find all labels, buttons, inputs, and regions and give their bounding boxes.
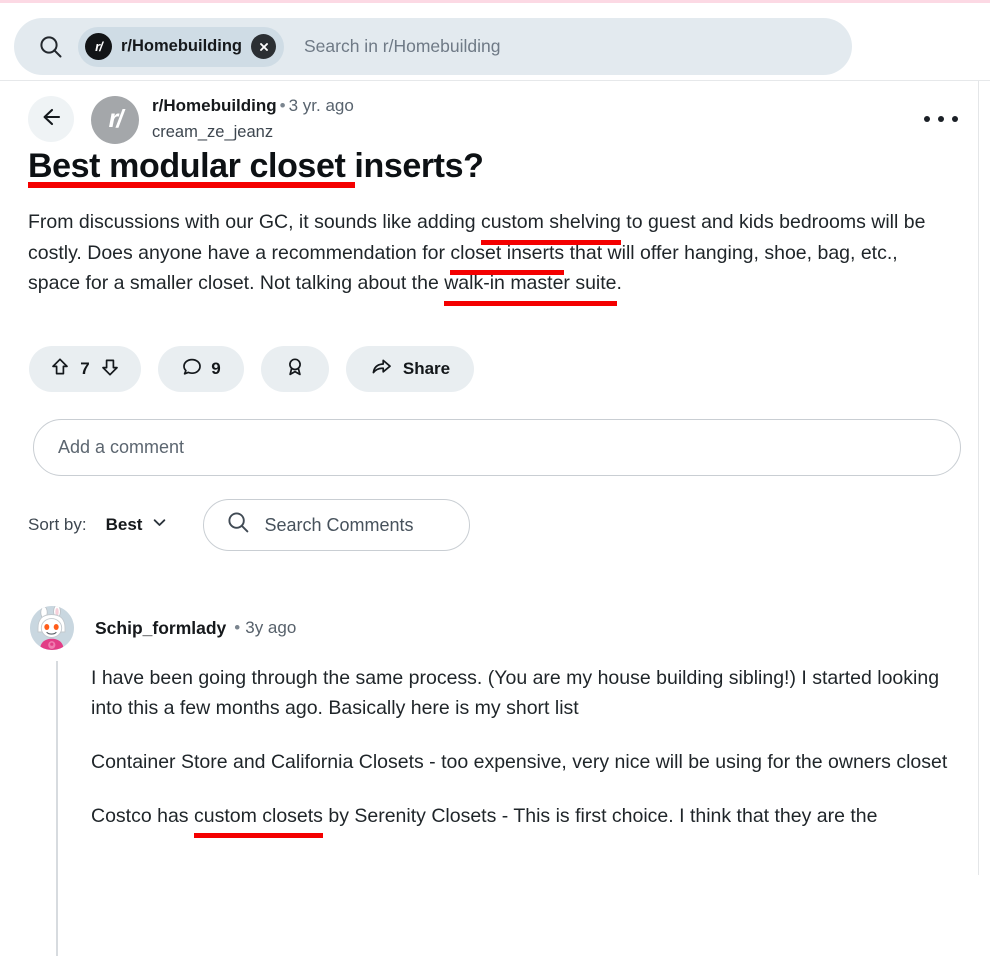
thread-collapse-line[interactable] <box>56 661 58 956</box>
award-button[interactable] <box>261 346 329 392</box>
annotation-highlight-custom-shelving: custom shelving <box>481 207 621 244</box>
sort-by-label: Sort by: <box>28 515 87 534</box>
comment-text: Costco has <box>91 805 194 827</box>
comment-paragraph: Costco has custom closets by Serenity Cl… <box>91 801 959 838</box>
search-subreddit-chip-label: r/Homebuilding <box>121 37 242 55</box>
subreddit-avatar[interactable]: r/ <box>91 96 139 144</box>
comment-body: I have been going through the same proce… <box>91 663 959 838</box>
comment-text: by Serenity Closets - This is first choi… <box>322 805 878 827</box>
award-ribbon-icon <box>284 356 306 383</box>
post-meta-line-primary: r/Homebuilding • 3 yr. ago <box>152 93 354 119</box>
back-arrow-icon <box>39 105 63 134</box>
comment-paragraph: Container Store and California Closets -… <box>91 751 948 773</box>
share-label: Share <box>402 359 451 378</box>
overflow-dot <box>924 116 930 122</box>
search-icon <box>226 510 251 540</box>
search-icon <box>38 34 64 60</box>
search-bar[interactable]: r/ r/Homebuilding Search in r/Homebuildi… <box>14 18 852 75</box>
overflow-dot <box>938 116 944 122</box>
comment-bubble-icon <box>181 356 203 383</box>
comment-author[interactable]: Schip_formlady <box>95 618 226 639</box>
comment-count: 9 <box>211 359 221 378</box>
post-body-text: From discussions with our GC, it sounds … <box>28 211 482 233</box>
comment-meta-separator: • <box>234 618 241 637</box>
post-header: r/ r/Homebuilding • 3 yr. ago cream_ze_jea… <box>28 93 958 149</box>
comments-button[interactable]: 9 <box>158 346 244 392</box>
post-meta: r/Homebuilding • 3 yr. ago cream_ze_jeanz <box>152 93 354 145</box>
subreddit-chip-avatar-text: r/ <box>95 39 103 54</box>
meta-separator: • <box>279 96 286 115</box>
share-arrow-icon <box>370 356 393 383</box>
search-input[interactable]: Search in r/Homebuilding <box>304 36 501 57</box>
share-button[interactable]: Share <box>346 346 474 392</box>
comment-sort-row: Sort by: Best Search Comments <box>28 499 471 551</box>
post-body-text: . <box>616 272 622 294</box>
add-comment-input[interactable]: Add a comment <box>33 419 961 476</box>
back-button[interactable] <box>28 96 74 142</box>
annotation-underline-title <box>28 182 355 188</box>
search-comments-input[interactable]: Search Comments <box>203 499 471 551</box>
overflow-menu-icon[interactable] <box>924 107 958 131</box>
chevron-down-icon[interactable] <box>151 514 168 536</box>
post-author[interactable]: cream_ze_jeanz <box>152 119 354 145</box>
upvote-arrow-icon[interactable] <box>49 356 71 383</box>
overflow-dot <box>952 116 958 122</box>
user-avatar-snoo <box>30 606 74 650</box>
comment-paragraph: I have been going through the same proce… <box>91 667 940 719</box>
annotation-highlight-walkin-master-suite: walk-in master suite <box>444 268 617 305</box>
post-age: 3 yr. ago <box>288 96 354 115</box>
page-title: Best modular closet inserts? <box>28 147 484 185</box>
post-body: From discussions with our GC, it sounds … <box>28 207 946 305</box>
annotation-highlight-custom-closets: custom closets <box>193 801 323 838</box>
add-comment-placeholder: Add a comment <box>58 437 185 457</box>
annotation-highlight-closet-inserts: closet inserts <box>450 238 564 275</box>
comment-age: 3y ago <box>245 618 297 637</box>
comment-thread: Schip_formlady • 3y ago I have been goin… <box>30 605 960 956</box>
vote-control[interactable]: 7 <box>29 346 141 392</box>
close-icon[interactable] <box>251 34 276 59</box>
post-container: r/ r/Homebuilding • 3 yr. ago cream_ze_jea… <box>0 81 979 956</box>
vote-score: 7 <box>80 359 90 378</box>
search-comments-placeholder: Search Comments <box>264 514 414 535</box>
comment-header: Schip_formlady • 3y ago <box>30 605 960 651</box>
post-body-paragraph: From discussions with our GC, it sounds … <box>28 207 946 305</box>
post-action-bar: 7 9 Share <box>29 346 474 392</box>
avatar[interactable] <box>30 606 74 650</box>
subreddit-avatar-text: r/ <box>108 104 124 133</box>
search-bar-region: r/ r/Homebuilding Search in r/Homebuildi… <box>0 3 990 81</box>
sort-by-value[interactable]: Best <box>106 515 143 535</box>
downvote-arrow-icon[interactable] <box>99 356 121 383</box>
subreddit-chip-avatar-icon: r/ <box>85 33 112 60</box>
subreddit-link[interactable]: r/Homebuilding <box>152 96 277 115</box>
search-subreddit-chip[interactable]: r/ r/Homebuilding <box>78 26 284 67</box>
